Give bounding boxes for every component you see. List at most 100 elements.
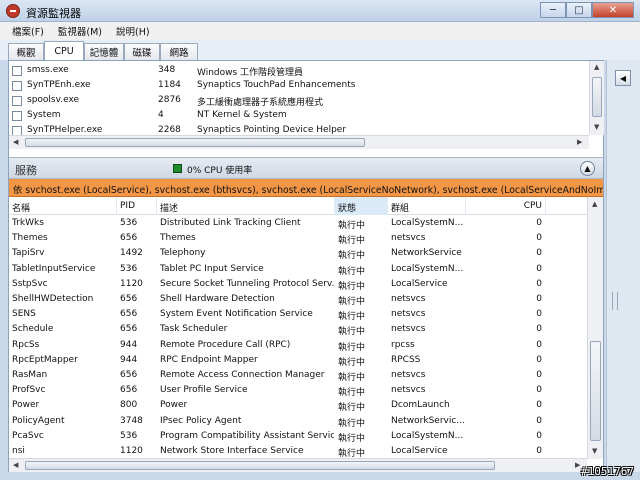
service-pid: 3748 xyxy=(120,415,143,426)
service-pid: 1492 xyxy=(120,248,143,259)
process-row[interactable]: spoolsv.exe 2876 多工緩衝處理器子系統應用程式 xyxy=(9,94,589,109)
process-row[interactable]: smss.exe 348 Windows 工作階段管理員 xyxy=(9,64,589,79)
scrollbar-thumb[interactable] xyxy=(25,138,365,147)
process-checkbox[interactable] xyxy=(12,126,22,135)
table-row[interactable]: TrkWks 536 Distributed Link Tracking Clien… xyxy=(9,216,587,231)
tab-overview[interactable]: 概觀 xyxy=(8,43,44,60)
process-checkbox[interactable] xyxy=(12,111,22,121)
process-checkbox[interactable] xyxy=(12,66,22,76)
table-row[interactable]: SstpSvc 1120 Secure Socket Tunneling Proto… xyxy=(9,277,587,292)
scrollbar-thumb[interactable] xyxy=(592,77,602,117)
scrollbar-thumb[interactable] xyxy=(25,461,495,470)
process-checkbox[interactable] xyxy=(12,81,22,91)
service-status: 執行中 xyxy=(338,312,366,323)
tab-disk[interactable]: 磁碟 xyxy=(124,43,160,60)
services-table-body: TrkWks 536 Distributed Link Tracking Clien… xyxy=(9,216,587,458)
services-vertical-scrollbar[interactable]: ▲ ▼ xyxy=(587,197,603,459)
service-pid: 1120 xyxy=(120,278,143,289)
table-row[interactable]: RpcSs 944 Remote Procedure Call (RPC) 執行中 rp… xyxy=(9,338,587,353)
scroll-left-icon[interactable]: ◀ xyxy=(13,138,18,146)
menu-monitor[interactable]: 監視器(M) xyxy=(58,24,102,38)
col-pid[interactable]: PID xyxy=(117,197,157,215)
services-section-header[interactable]: 服務 0% CPU 使用率 ▲ xyxy=(9,157,603,179)
process-desc: Synaptics Pointing Device Helper xyxy=(197,125,347,135)
col-cpu[interactable]: CPU xyxy=(466,197,546,215)
service-description: Task Scheduler xyxy=(160,324,228,335)
tab-network[interactable]: 網路 xyxy=(160,43,198,60)
scroll-right-icon[interactable]: ▶ xyxy=(577,138,582,146)
tab-memory[interactable]: 記憶體 xyxy=(84,43,124,60)
services-horizontal-scrollbar[interactable]: ◀ ▶ xyxy=(9,458,587,472)
table-row[interactable]: RasMan 656 Remote Access Connection Manage… xyxy=(9,368,587,383)
service-name: TabletInputService xyxy=(12,263,96,274)
table-row[interactable]: RpcEptMapper 944 RPC Endpoint Mapper 執行中 RPC… xyxy=(9,353,587,368)
service-status: 執行中 xyxy=(338,342,366,353)
maximize-button[interactable]: □ xyxy=(566,2,592,18)
scroll-up-icon[interactable]: ▲ xyxy=(594,63,599,71)
process-row[interactable]: System 4 NT Kernel & System xyxy=(9,109,589,124)
service-pid: 944 xyxy=(120,354,138,365)
col-status[interactable]: 狀態 xyxy=(335,197,388,215)
tab-cpu[interactable]: CPU xyxy=(44,41,84,60)
scrollbar-thumb[interactable] xyxy=(590,341,601,441)
process-pid: 4 xyxy=(158,110,164,120)
col-group[interactable]: 群組 xyxy=(388,197,466,215)
service-group: LocalService xyxy=(391,278,448,289)
process-row[interactable]: SynTPEnh.exe 1184 Synaptics TouchPad Enh… xyxy=(9,79,589,94)
table-row[interactable]: ProfSvc 656 User Profile Service 執行中 netsvcs… xyxy=(9,383,587,398)
service-cpu: 0 xyxy=(536,400,542,411)
table-row[interactable]: SENS 656 System Event Notification Service… xyxy=(9,307,587,322)
service-pid: 656 xyxy=(120,324,138,335)
process-desc: 多工緩衝處理器子系統應用程式 xyxy=(197,98,324,108)
process-row[interactable]: SynTPHelper.exe 2268 Synaptics Pointing … xyxy=(9,124,589,135)
service-description: Remote Procedure Call (RPC) xyxy=(160,339,291,350)
service-status: 執行中 xyxy=(338,357,366,368)
service-status: 執行中 xyxy=(338,449,366,458)
cpu-usage-indicator-icon xyxy=(173,164,182,173)
table-row[interactable]: TabletInputService 536 Tablet PC Input Ser… xyxy=(9,262,587,277)
scroll-up-icon[interactable]: ▲ xyxy=(592,200,597,208)
service-group: LocalService xyxy=(391,446,448,456)
service-group: netsvcs xyxy=(391,370,426,380)
service-status: 執行中 xyxy=(338,388,366,399)
menu-help[interactable]: 說明(H) xyxy=(116,24,150,38)
scroll-right-icon[interactable]: ▶ xyxy=(575,461,580,469)
service-group: netsvcs xyxy=(391,294,426,304)
table-row[interactable]: Themes 656 Themes 執行中 netsvcs 0 xyxy=(9,231,587,246)
scroll-down-icon[interactable]: ▼ xyxy=(592,447,597,455)
process-horizontal-scrollbar[interactable]: ◀ ▶ xyxy=(9,135,589,149)
col-description[interactable]: 描述 xyxy=(157,197,335,215)
scroll-down-icon[interactable]: ▼ xyxy=(594,123,599,131)
service-group: netsvcs xyxy=(391,324,426,335)
menu-file[interactable]: 檔案(F) xyxy=(12,24,44,38)
collapse-chevron-up-icon[interactable]: ▲ xyxy=(580,161,595,176)
table-row[interactable]: nsi 1120 Network Store Interface Service 執行… xyxy=(9,444,587,458)
service-name: PcaSvc xyxy=(12,430,44,441)
services-title: 服務 xyxy=(15,164,37,177)
table-row[interactable]: ShellHWDetection 656 Shell Hardware Detect… xyxy=(9,292,587,307)
service-description: Shell Hardware Detection xyxy=(160,294,275,304)
service-status: 執行中 xyxy=(338,236,366,247)
table-row[interactable]: PolicyAgent 3748 IPsec Policy Agent 執行中 Netw… xyxy=(9,414,587,429)
expand-chevron-left-icon[interactable]: ◀ xyxy=(615,70,631,86)
process-pid: 2268 xyxy=(158,125,181,135)
service-status: 執行中 xyxy=(338,251,366,262)
pane-splitter-handle[interactable] xyxy=(612,292,618,310)
close-button[interactable]: ✕ xyxy=(592,2,634,18)
table-row[interactable]: TapiSrv 1492 Telephony 執行中 NetworkService 0 xyxy=(9,246,587,261)
table-row[interactable]: Power 800 Power 執行中 DcomLaunch 0 xyxy=(9,398,587,413)
service-description: RPC Endpoint Mapper xyxy=(160,354,258,365)
table-row[interactable]: Schedule 656 Task Scheduler 執行中 netsvcs 0 xyxy=(9,322,587,337)
col-name[interactable]: 名稱 xyxy=(9,197,117,215)
service-cpu: 0 xyxy=(536,446,542,456)
minimize-button[interactable]: ─ xyxy=(540,2,566,18)
process-checkbox[interactable] xyxy=(12,96,22,106)
process-name: spoolsv.exe xyxy=(27,95,80,105)
process-vertical-scrollbar[interactable]: ▲ ▼ xyxy=(589,61,604,135)
service-cpu: 0 xyxy=(536,248,542,259)
scroll-left-icon[interactable]: ◀ xyxy=(13,461,18,469)
service-description: Remote Access Connection Manager xyxy=(160,370,325,380)
service-group: netsvcs xyxy=(391,385,426,396)
table-row[interactable]: PcaSvc 536 Program Compatibility Assistant… xyxy=(9,429,587,444)
service-description: Program Compatibility Assistant Service xyxy=(160,430,334,441)
